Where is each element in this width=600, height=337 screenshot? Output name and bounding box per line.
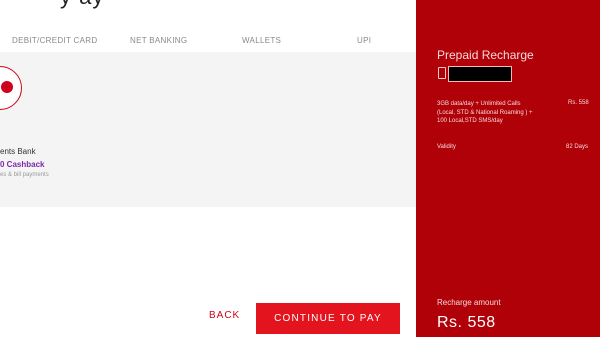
cashback-offer: 0 Cashback [0,160,45,169]
logo-dot [1,81,13,93]
validity-value: 82 Days [566,144,589,150]
tab-debit-credit-card[interactable]: DEBIT/CREDIT CARD [12,36,97,45]
plan-price: Rs. 558 [568,100,589,106]
bank-subtext: es & bill payments [0,172,49,178]
recharge-amount-value: Rs. 558 [437,314,496,331]
bank-logo-icon[interactable] [0,66,22,110]
payment-method-tabs: DEBIT/CREDIT CARD NET BANKING WALLETS UP… [0,30,416,53]
page-title: y ay [60,0,104,10]
tab-upi[interactable]: UPI [357,36,371,45]
phone-icon [438,67,446,79]
recharge-summary-panel: Prepaid Recharge 3GB data/day + Unlimite… [416,0,600,337]
tab-net-banking[interactable]: NET BANKING [130,36,187,45]
back-button[interactable]: BACK [209,310,240,321]
tab-wallets[interactable]: WALLETS [242,36,281,45]
plan-description: 3GB data/day + Unlimited Calls (Local, S… [437,101,533,124]
continue-to-pay-button[interactable]: CONTINUE TO PAY [256,303,400,334]
summary-title: Prepaid Recharge [437,48,534,62]
mobile-number-redacted [448,66,512,82]
recharge-amount-label: Recharge amount [437,298,501,307]
payment-option-panel: ents Bank 0 Cashback es & bill payments [0,52,416,207]
validity-label: Validity [437,144,456,150]
bank-name[interactable]: ents Bank [0,147,36,156]
payment-pane: y ay DEBIT/CREDIT CARD NET BANKING WALLE… [0,0,416,337]
